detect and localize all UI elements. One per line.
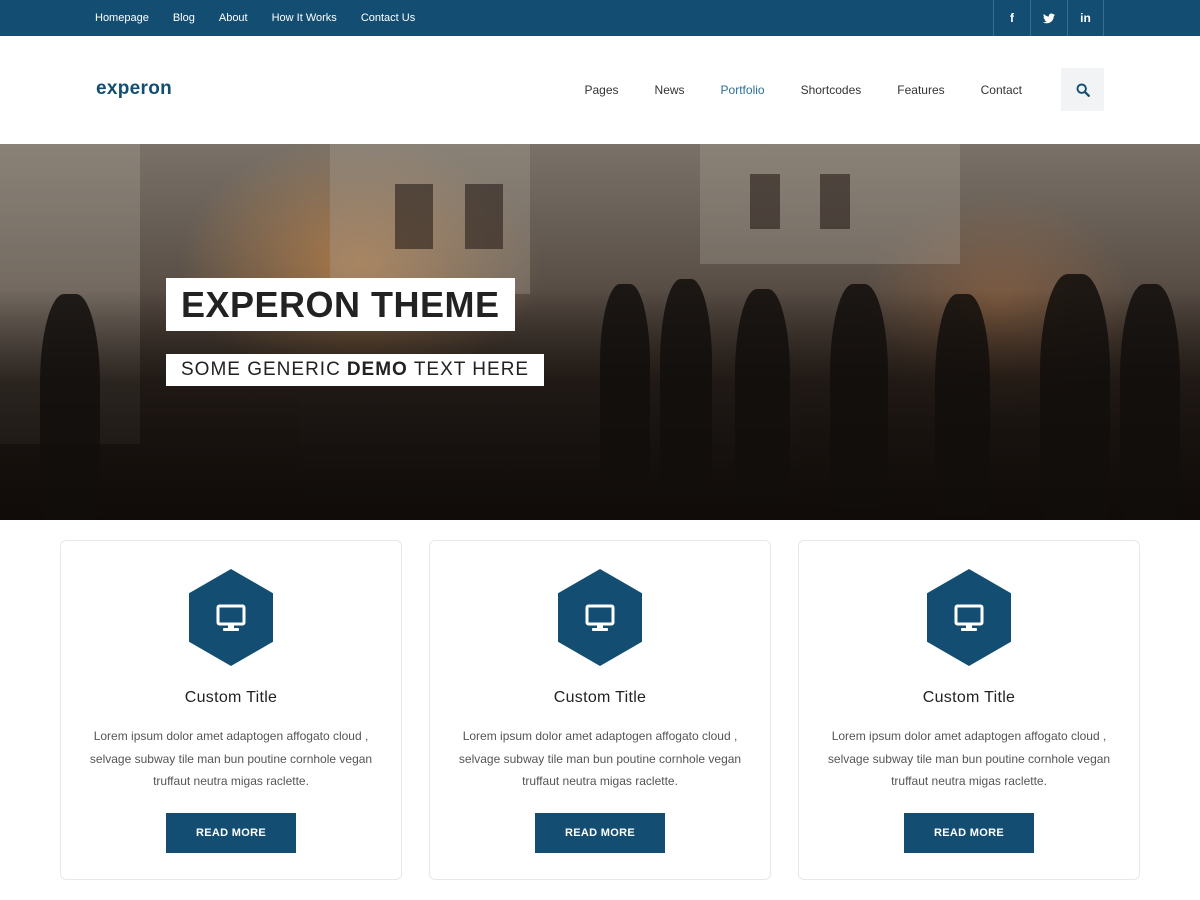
site-logo[interactable]: experon xyxy=(96,78,172,100)
monitor-icon xyxy=(927,569,1011,666)
top-nav-contact-us[interactable]: Contact Us xyxy=(361,12,415,24)
card-text: Lorem ipsum dolor amet adaptogen affogat… xyxy=(458,729,742,788)
hero-person xyxy=(1120,284,1180,520)
feature-card: Custom Title Lorem ipsum dolor amet adap… xyxy=(798,540,1140,880)
feature-card: Custom Title Lorem ipsum dolor amet adap… xyxy=(429,540,771,880)
search-icon xyxy=(1076,83,1090,97)
hero-person xyxy=(40,294,100,520)
hero-title: EXPERON THEME xyxy=(166,278,515,331)
hero-person xyxy=(600,284,650,484)
top-bar: Homepage Blog About How It Works Contact… xyxy=(0,0,1200,36)
hero-subtitle-pre: SOME GENERIC xyxy=(181,359,341,380)
hero-person xyxy=(935,294,990,514)
top-nav: Homepage Blog About How It Works Contact… xyxy=(95,0,439,36)
read-more-button[interactable]: READ MORE xyxy=(904,813,1034,853)
card-title: Custom Title xyxy=(922,689,1016,706)
hero-person xyxy=(660,279,712,489)
nav-news[interactable]: News xyxy=(655,83,685,97)
top-nav-homepage[interactable]: Homepage xyxy=(95,12,149,24)
linkedin-icon[interactable]: in xyxy=(1067,0,1104,36)
site-header: experon Pages News Portfolio Shortcodes … xyxy=(0,36,1200,144)
card-text: Lorem ipsum dolor amet adaptogen affogat… xyxy=(89,729,373,788)
social-links: f in xyxy=(993,0,1104,36)
nav-shortcodes[interactable]: Shortcodes xyxy=(801,83,862,97)
twitter-icon[interactable] xyxy=(1030,0,1067,36)
hero-window xyxy=(465,184,503,249)
card-text: Lorem ipsum dolor amet adaptogen affogat… xyxy=(827,729,1111,788)
monitor-icon xyxy=(189,569,273,666)
card-title: Custom Title xyxy=(553,689,647,706)
search-button[interactable] xyxy=(1061,68,1104,111)
nav-portfolio[interactable]: Portfolio xyxy=(721,83,765,97)
hero-subtitle-bold: DEMO xyxy=(346,359,408,380)
nav-features[interactable]: Features xyxy=(897,83,944,97)
top-nav-how-it-works[interactable]: How It Works xyxy=(272,12,337,24)
nav-contact[interactable]: Contact xyxy=(981,83,1022,97)
feature-card: Custom Title Lorem ipsum dolor amet adap… xyxy=(60,540,402,880)
hero-person xyxy=(735,289,790,504)
hero-subtitle: SOME GENERIC DEMO TEXT HERE xyxy=(166,354,545,386)
facebook-icon[interactable]: f xyxy=(993,0,1030,36)
monitor-icon xyxy=(558,569,642,666)
nav-pages[interactable]: Pages xyxy=(585,83,619,97)
hero-person xyxy=(1040,274,1110,520)
card-title: Custom Title xyxy=(184,689,278,706)
hero-window xyxy=(820,174,850,229)
hero-window xyxy=(750,174,780,229)
hero-window xyxy=(395,184,433,249)
top-nav-about[interactable]: About xyxy=(219,12,248,24)
read-more-button[interactable]: READ MORE xyxy=(535,813,665,853)
hero-banner: EXPERON THEME SOME GENERIC DEMO TEXT HER… xyxy=(0,144,1200,520)
twitter-bird-icon xyxy=(1043,13,1055,23)
read-more-button[interactable]: READ MORE xyxy=(166,813,296,853)
top-nav-blog[interactable]: Blog xyxy=(173,12,195,24)
hero-subtitle-post: TEXT HERE xyxy=(413,359,530,380)
hero-person xyxy=(830,284,888,509)
main-nav: Pages News Portfolio Shortcodes Features… xyxy=(549,36,1023,144)
